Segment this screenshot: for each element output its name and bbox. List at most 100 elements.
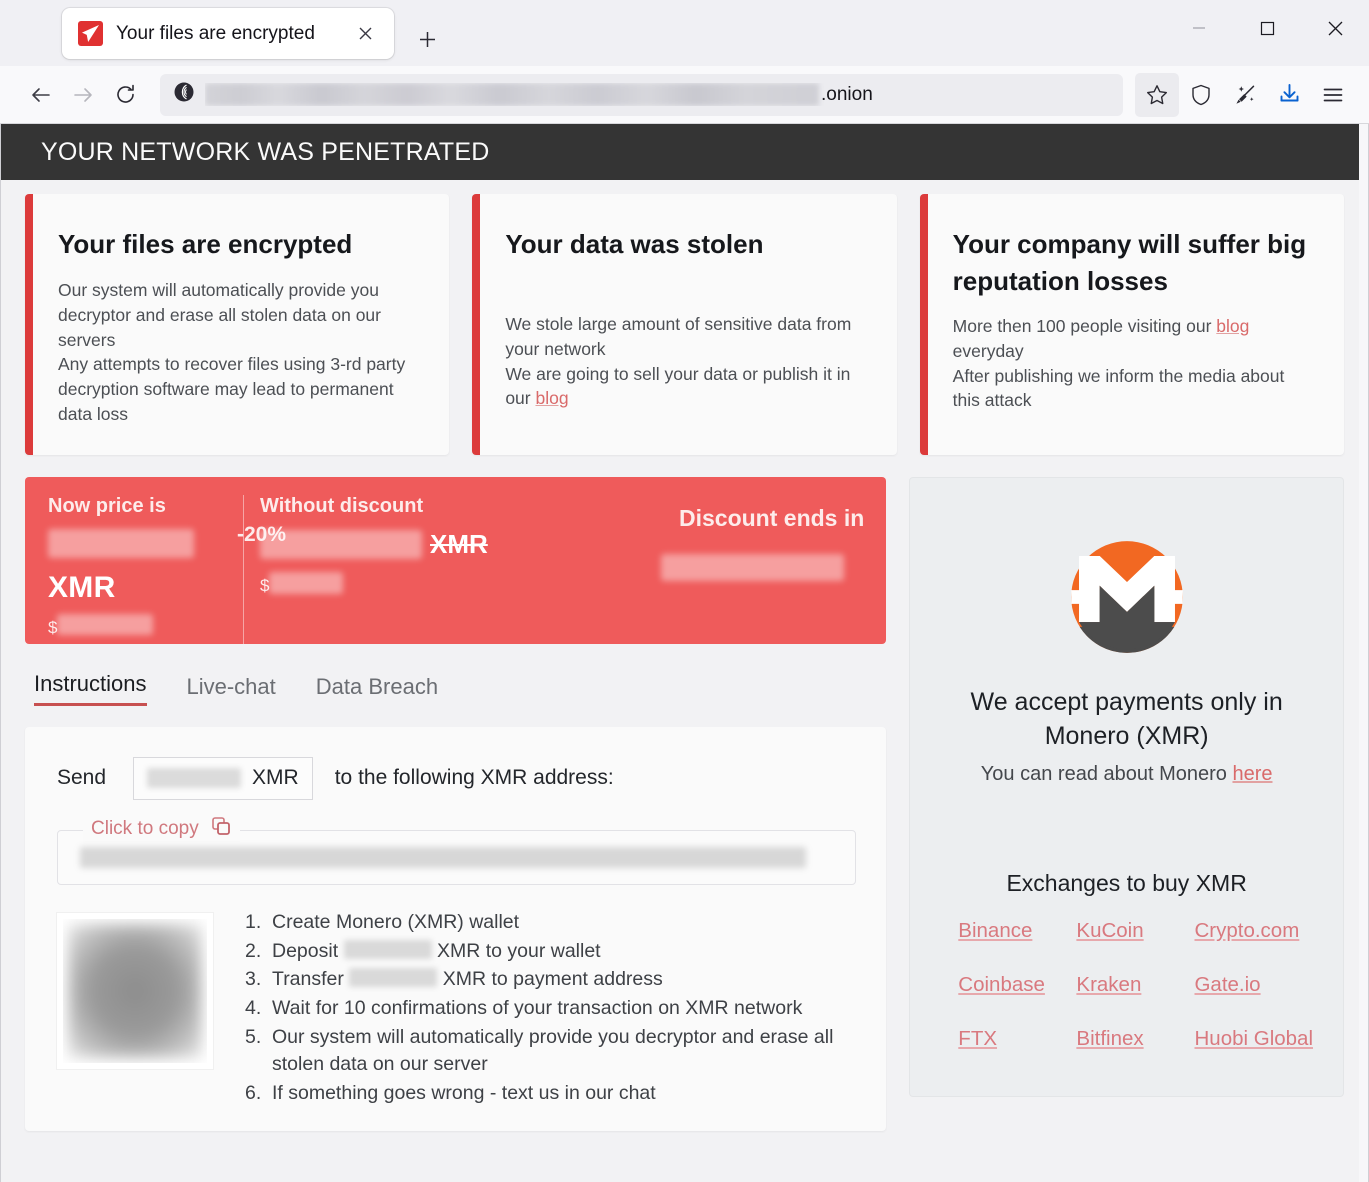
copy-label-text: Click to copy [91, 818, 199, 840]
page-content: Your files are encrypted Our system will… [1, 180, 1368, 1131]
url-suffix: .onion [821, 83, 873, 105]
url-text[interactable]: .onion [205, 83, 1111, 106]
close-icon[interactable] [1301, 0, 1369, 56]
usd-symbol: $ [48, 617, 58, 637]
qr-code [57, 912, 213, 1069]
discount-timer-redacted [661, 553, 844, 581]
send-label: Send [57, 766, 107, 790]
exchange-link-huobi-global[interactable]: Huobi Global [1194, 1027, 1313, 1051]
page-viewport: YOUR NETWORK WAS PENETRATED Your files a… [0, 124, 1369, 1182]
exchange-link-bitfinex[interactable]: Bitfinex [1076, 1027, 1186, 1051]
tab-instructions[interactable]: Instructions [34, 671, 147, 706]
exchange-link-gate-io[interactable]: Gate.io [1194, 973, 1313, 997]
accept-payments-text: We accept payments only in Monero (XMR) [970, 687, 1283, 750]
click-to-copy-label[interactable]: Click to copy [83, 815, 240, 843]
card-line: We stole large amount of sensitive data … [505, 313, 852, 359]
ransom-banner: YOUR NETWORK WAS PENETRATED [1, 124, 1360, 180]
browser-navbar: .onion [0, 66, 1369, 124]
card-title: Your files are encrypted [58, 229, 353, 259]
card-line-text: More then 100 people visiting our [952, 315, 1217, 336]
exchange-link-coinbase[interactable]: Coinbase [958, 973, 1068, 997]
card-line: We are going to sell your data or publis… [505, 362, 866, 412]
price-without-amount-redacted [260, 529, 422, 559]
price-now-column: Now price is XMR $ -20% [25, 495, 286, 644]
steps-list: Create Monero (XMR) wallet Deposit XMR t… [245, 909, 856, 1109]
window-controls [1165, 0, 1369, 56]
here-link[interactable]: here [1232, 763, 1272, 785]
card-reputation-losses: Your company will suffer big reputation … [919, 194, 1344, 455]
price-now-currency: XMR [48, 570, 116, 604]
info-cards-row: Your files are encrypted Our system will… [25, 194, 1344, 455]
browser-tab[interactable]: Your files are encrypted [62, 8, 394, 59]
content-tabs: Instructions Live-chat Data Breach [25, 671, 886, 706]
monero-logo [940, 540, 1313, 659]
arrow-right-icon[interactable] [62, 74, 104, 116]
send-currency: XMR [252, 766, 299, 790]
browser-window: Your files are encrypted .onion YOUR NET… [0, 0, 1369, 1182]
banner-text: YOUR NETWORK WAS PENETRATED [41, 137, 490, 166]
shield-icon[interactable] [1179, 73, 1223, 117]
exchange-link-ftx[interactable]: FTX [958, 1027, 1068, 1051]
star-icon[interactable] [1135, 72, 1179, 117]
card-line: More then 100 people visiting our blog e… [953, 314, 1314, 364]
send-amount-field[interactable]: XMR [133, 756, 313, 800]
price-without-discount-column: Without discount XMR $ [243, 494, 643, 644]
step-text: XMR to your wallet [436, 939, 601, 962]
card-body: More then 100 people visiting our blog e… [953, 314, 1314, 413]
address-copy-block[interactable]: Click to copy [57, 815, 857, 885]
list-item: If something goes wrong - text us in our… [245, 1080, 656, 1107]
middle-row: Now price is XMR $ -20% Without discount… [25, 476, 1344, 1131]
exchange-link-crypto-com[interactable]: Crypto.com [1194, 919, 1313, 943]
step-text: Deposit [272, 939, 339, 962]
step-text: XMR to payment address [442, 968, 663, 991]
reload-icon[interactable] [104, 74, 146, 116]
onion-site-icon [173, 81, 195, 108]
instructions-panel: Send XMR to the following XMR address: C… [25, 726, 887, 1131]
plus-icon[interactable] [412, 24, 442, 54]
discount-timer [661, 553, 864, 586]
price-banner: Now price is XMR $ -20% Without discount… [25, 476, 887, 644]
list-item: Create Monero (XMR) wallet [245, 909, 520, 936]
price-now-amount-redacted [48, 528, 194, 558]
arrow-left-icon[interactable] [20, 74, 62, 116]
xmr-address-redacted [80, 846, 806, 868]
price-without-usd-redacted [269, 571, 344, 594]
red-dart-favicon [78, 21, 103, 46]
steps-row: Create Monero (XMR) wallet Deposit XMR t… [57, 909, 856, 1109]
step-amount-redacted [349, 968, 438, 988]
list-item: Deposit XMR to your wallet [245, 938, 856, 966]
tab-data-breach[interactable]: Data Breach [316, 674, 438, 706]
broom-sparkle-icon[interactable] [1223, 73, 1267, 117]
price-without-currency: XMR [430, 528, 488, 559]
exchange-link-binance[interactable]: Binance [958, 919, 1068, 943]
usd-symbol: $ [260, 575, 270, 595]
send-suffix: to the following XMR address: [334, 766, 614, 790]
monero-sidebar: We accept payments only in Monero (XMR) … [909, 476, 1344, 1097]
card-line-text: everyday [952, 340, 1024, 361]
exchange-link-kraken[interactable]: Kraken [1076, 973, 1186, 997]
close-icon[interactable] [350, 19, 380, 49]
hamburger-menu-icon[interactable] [1311, 73, 1355, 117]
minimize-icon[interactable] [1165, 0, 1233, 56]
exchange-link-kucoin[interactable]: KuCoin [1076, 919, 1186, 943]
price-without-amount-row: XMR [260, 529, 621, 560]
card-files-encrypted: Your files are encrypted Our system will… [25, 194, 450, 455]
step-text: Transfer [272, 968, 344, 991]
read-about-monero: You can read about Monero here [940, 763, 1313, 786]
url-redacted-value [205, 83, 819, 106]
price-without-usd: $ [260, 571, 621, 596]
maximize-icon[interactable] [1233, 0, 1301, 56]
discount-ends-label: Discount ends in [679, 504, 865, 531]
browser-tab-title: Your files are encrypted [116, 22, 315, 44]
download-arrow-icon[interactable] [1267, 73, 1311, 117]
page-scrollbar[interactable] [1359, 124, 1368, 1182]
browser-titlebar: Your files are encrypted [0, 0, 1369, 66]
copy-icon[interactable] [211, 816, 232, 843]
blog-link[interactable]: blog [1216, 316, 1249, 336]
tab-live-chat[interactable]: Live-chat [187, 674, 276, 706]
payment-left-column: Now price is XMR $ -20% Without discount… [25, 476, 887, 1131]
url-bar[interactable]: .onion [160, 73, 1123, 116]
blog-link[interactable]: blog [535, 388, 568, 408]
exchanges-title: Exchanges to buy XMR [1006, 869, 1247, 896]
exchanges-grid: Binance KuCoin Crypto.com Coinbase Krake… [940, 919, 1313, 1051]
